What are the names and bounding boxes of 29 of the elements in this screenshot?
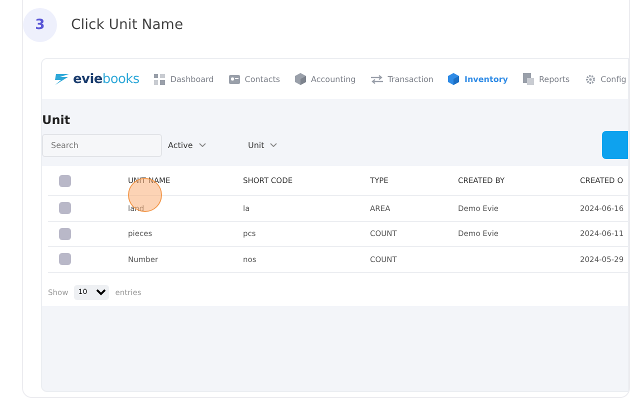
chevron-icon xyxy=(270,143,278,147)
search-field[interactable]: Search xyxy=(42,134,162,156)
checkbox[interactable] xyxy=(59,228,71,240)
contact-card-icon xyxy=(228,74,240,84)
checkbox[interactable] xyxy=(59,202,71,214)
nav-item[interactable]: Reports xyxy=(522,73,570,85)
arrows-icon xyxy=(370,74,383,84)
gear-icon xyxy=(584,74,596,84)
cube-icon xyxy=(448,73,460,85)
report-icon xyxy=(522,73,534,85)
logo-mark-icon xyxy=(54,74,70,84)
nav-item[interactable]: Inventory xyxy=(448,73,508,85)
filter-dropdown[interactable]: Active xyxy=(168,140,248,150)
step-badge: 3 xyxy=(23,8,57,42)
grid-icon xyxy=(154,74,166,84)
nav-item[interactable]: Dashboard xyxy=(154,74,214,84)
checkbox[interactable] xyxy=(59,253,71,266)
nav-item[interactable]: Accounting xyxy=(295,73,356,85)
nav-item[interactable]: Transaction xyxy=(370,74,434,84)
chevron-icon xyxy=(198,143,206,147)
step-title: Click Unit Name xyxy=(71,17,184,33)
add-button[interactable] xyxy=(602,131,628,159)
cube-icon xyxy=(295,73,306,85)
logo-text: eviebooks xyxy=(73,72,140,86)
filter-dropdown[interactable]: Unit xyxy=(248,140,278,150)
page-title: Unit xyxy=(42,113,72,127)
nav-item[interactable]: Config xyxy=(584,74,626,84)
nav-item[interactable]: Contacts xyxy=(228,74,280,84)
checkbox[interactable] xyxy=(59,174,71,186)
